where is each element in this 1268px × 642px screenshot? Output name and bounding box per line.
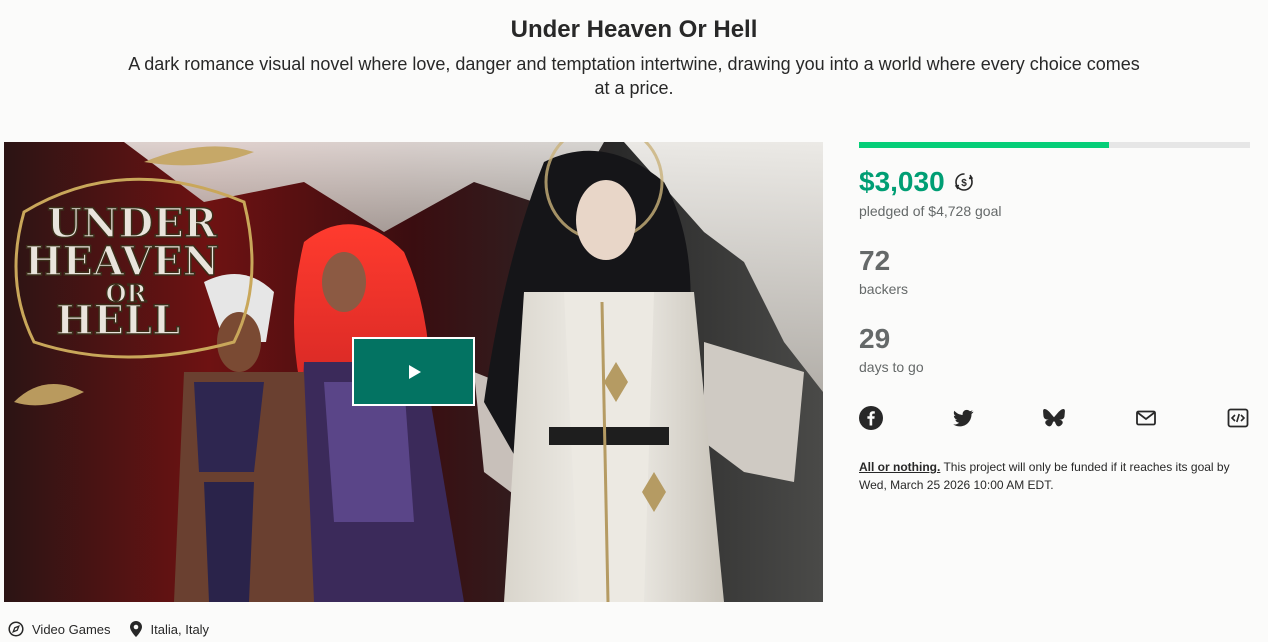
embed-icon[interactable] (1226, 406, 1250, 430)
all-or-nothing-link[interactable]: All or nothing. (859, 460, 940, 474)
pledged-goal-label: pledged of $4,728 goal (859, 203, 1002, 219)
svg-text:HEAVEN: HEAVEN (25, 238, 220, 285)
twitter-icon[interactable] (951, 406, 975, 430)
pledged-amount: $3,030 (859, 166, 945, 197)
email-icon[interactable] (1134, 406, 1158, 430)
share-bar (859, 406, 1251, 430)
project-meta: Video Games Italia, Italy (8, 620, 227, 638)
compass-icon (8, 621, 24, 637)
play-icon (409, 364, 421, 379)
location-pin-icon (129, 621, 142, 637)
location-link[interactable]: Italia, Italy (129, 620, 210, 638)
funding-progress-bar (859, 142, 1250, 148)
svg-text:$: $ (961, 178, 967, 189)
category-label: Video Games (32, 621, 111, 637)
project-blurb: A dark romance visual novel where love, … (128, 54, 1140, 98)
category-link[interactable]: Video Games (8, 621, 111, 637)
play-button[interactable] (352, 337, 475, 406)
project-title: Under Heaven Or Hell (510, 16, 758, 43)
bluesky-icon[interactable] (1042, 406, 1066, 430)
days-to-go-label: days to go (859, 359, 924, 375)
days-to-go-count: 29 (859, 323, 891, 354)
facebook-icon[interactable] (859, 406, 883, 430)
all-or-nothing-notice: All or nothing. This project will only b… (859, 458, 1259, 494)
pledged-amount-row: $3,030 $ (859, 166, 975, 198)
currency-conversion-icon[interactable]: $ (953, 171, 975, 193)
backers-label: backers (859, 281, 909, 297)
funding-progress-fill (859, 142, 1110, 148)
svg-text:HELL: HELL (56, 297, 181, 344)
backers-count: 72 (859, 245, 891, 276)
project-video[interactable]: UNDER HEAVEN OR HELL (4, 142, 823, 602)
location-label: Italia, Italy (150, 621, 210, 637)
